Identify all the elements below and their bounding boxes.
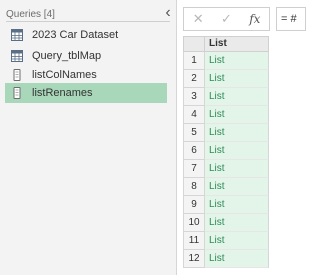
query-item-listrenames[interactable]: listRenames (5, 83, 167, 103)
list-cell[interactable]: List (205, 124, 269, 142)
row-number[interactable]: 4 (183, 106, 205, 124)
formula-input[interactable]: = # (276, 7, 306, 31)
row-number[interactable]: 1 (183, 52, 205, 70)
table-row: 3 List (183, 88, 269, 106)
row-number[interactable]: 6 (183, 142, 205, 160)
row-number[interactable]: 11 (183, 232, 205, 250)
list-icon (13, 69, 21, 81)
list-cell[interactable]: List (205, 160, 269, 178)
table-icon (11, 29, 23, 41)
header-divider (6, 21, 170, 22)
collapse-pane-chevron-icon[interactable]: ‹ (161, 5, 175, 21)
list-cell[interactable]: List (205, 196, 269, 214)
table-row: 5 List (183, 124, 269, 142)
table-row: 2 List (183, 70, 269, 88)
list-cell[interactable]: List (205, 52, 269, 70)
row-number[interactable]: 5 (183, 124, 205, 142)
query-item-2023-car-dataset[interactable]: 2023 Car Dataset (5, 25, 167, 45)
query-item-query-tblmap[interactable]: Query_tblMap (5, 46, 167, 66)
list-icon (13, 87, 21, 99)
table-row: 10 List (183, 214, 269, 232)
row-number[interactable]: 2 (183, 70, 205, 88)
table-row: 1 List (183, 52, 269, 70)
fx-insert-function-button[interactable]: fx (241, 8, 269, 30)
table-row: 6 List (183, 142, 269, 160)
formula-bar-buttons: ✕ ✓ fx (183, 7, 270, 31)
table-row: 11 List (183, 232, 269, 250)
grid-header-row: List (183, 36, 269, 52)
list-cell[interactable]: List (205, 232, 269, 250)
list-cell[interactable]: List (205, 178, 269, 196)
row-number[interactable]: 9 (183, 196, 205, 214)
table-row: 8 List (183, 178, 269, 196)
table-row: 4 List (183, 106, 269, 124)
grid-corner-cell[interactable] (183, 36, 205, 52)
commit-check-icon[interactable]: ✓ (212, 8, 240, 30)
row-number[interactable]: 10 (183, 214, 205, 232)
row-number[interactable]: 3 (183, 88, 205, 106)
query-label: listRenames (32, 87, 93, 99)
query-item-listcolnames[interactable]: listColNames (5, 65, 167, 85)
queries-pane: Queries [4] ‹ 2023 Car Dataset Query_tbl… (0, 0, 177, 275)
table-row: 12 List (183, 250, 269, 268)
list-cell[interactable]: List (205, 106, 269, 124)
table-row: 7 List (183, 160, 269, 178)
query-label: Query_tblMap (32, 50, 102, 62)
row-number[interactable]: 12 (183, 250, 205, 268)
list-cell[interactable]: List (205, 70, 269, 88)
row-number[interactable]: 7 (183, 160, 205, 178)
query-label: listColNames (32, 69, 97, 81)
row-number[interactable]: 8 (183, 178, 205, 196)
table-icon (11, 50, 23, 62)
list-cell[interactable]: List (205, 142, 269, 160)
cancel-icon[interactable]: ✕ (184, 8, 212, 30)
list-cell[interactable]: List (205, 214, 269, 232)
list-cell[interactable]: List (205, 88, 269, 106)
queries-header: Queries [4] (6, 9, 55, 20)
column-header-list[interactable]: List (205, 36, 269, 52)
table-row: 9 List (183, 196, 269, 214)
list-cell[interactable]: List (205, 250, 269, 268)
query-label: 2023 Car Dataset (32, 29, 119, 41)
